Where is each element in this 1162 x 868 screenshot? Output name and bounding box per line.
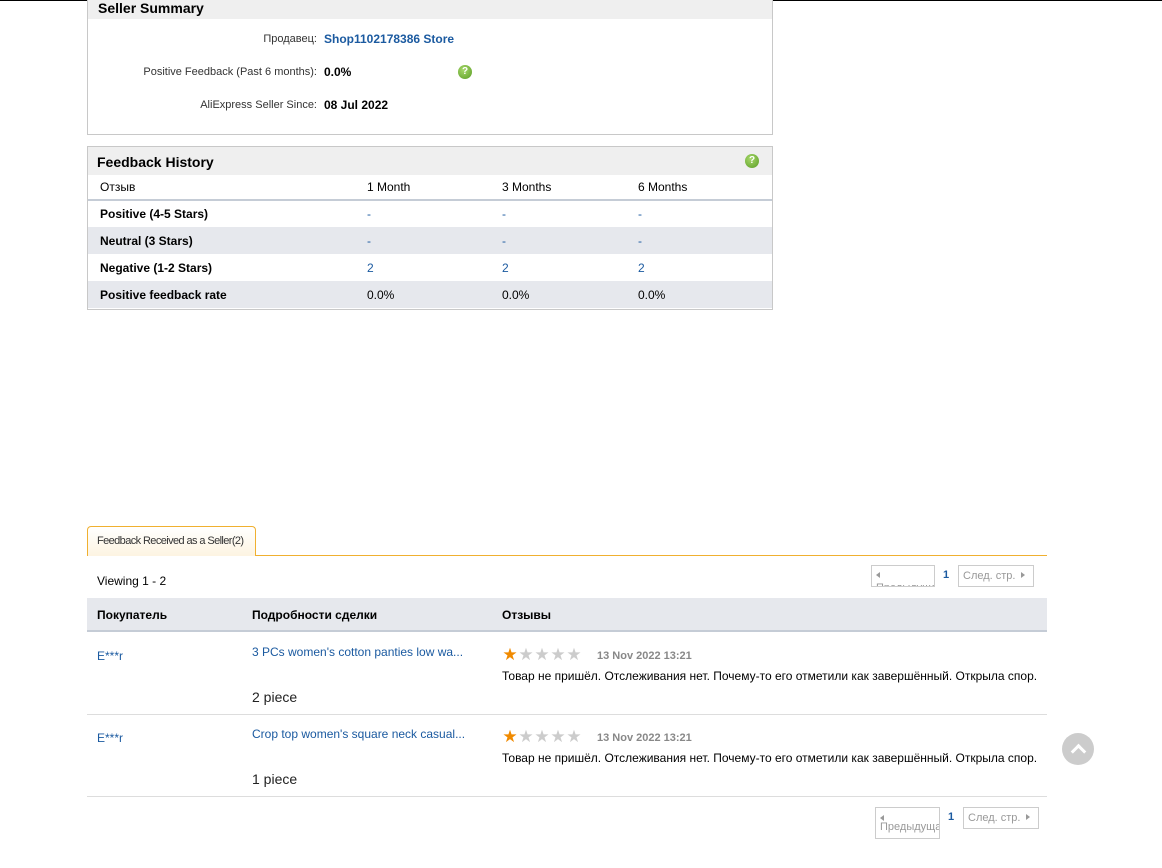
pager-bottom: Предыдущая 1 След. стр. [875, 807, 1039, 839]
seller-since-value: 08 Jul 2022 [324, 98, 389, 112]
star-icon: ★ [566, 645, 582, 664]
cell-value[interactable]: - [355, 200, 490, 227]
column-header: 6 Months [626, 175, 772, 201]
star-icon: ★ [534, 727, 550, 746]
cell-value[interactable]: - [490, 200, 626, 227]
column-header-details: Подробности сделки [252, 608, 378, 622]
review-date: 13 Nov 2022 13:21 [597, 732, 692, 744]
star-icon: ★ [502, 645, 518, 664]
chevron-right-icon [1021, 572, 1026, 578]
buyer-link[interactable]: E***r [97, 649, 123, 663]
tab-feedback-received-as-seller[interactable]: Feedback Received as a Seller(2) [87, 526, 256, 556]
table-row: Neutral (3 Stars) - - - [88, 227, 772, 254]
feedback-history-title: Feedback History [97, 154, 214, 170]
cell-value[interactable]: 2 [490, 254, 626, 281]
table-row: Negative (1-2 Stars) 2 2 2 [88, 254, 772, 281]
cell-value[interactable]: - [626, 200, 772, 227]
cell-value: 0.0% [626, 281, 772, 308]
quantity: 2 piece [252, 689, 298, 705]
star-icon: ★ [502, 727, 518, 746]
next-page-button[interactable]: След. стр. [958, 565, 1034, 587]
positive-feedback-label: Positive Feedback (Past 6 months): [143, 66, 317, 78]
row-label: Negative (1-2 Stars) [100, 260, 213, 275]
star-icon: ★ [550, 645, 566, 664]
review-text: Товар не пришёл. Отслеживания нет. Почем… [502, 751, 1038, 765]
seller-summary-title: Seller Summary [98, 0, 204, 16]
column-header-reviews: Отзывы [502, 608, 552, 622]
feedback-table-header: Покупатель Подробности сделки Отзывы [87, 598, 1047, 632]
product-link[interactable]: 3 PCs women's cotton panties low wa... [252, 645, 463, 659]
feedback-history-table: Отзыв 1 Month 3 Months 6 Months Positive… [88, 175, 772, 308]
column-header-buyer: Покупатель [97, 608, 168, 622]
help-icon[interactable]: ? [745, 154, 759, 168]
seller-summary-header: Seller Summary [88, 0, 772, 19]
buyer-link[interactable]: E***r [97, 731, 123, 745]
star-icon: ★ [534, 645, 550, 664]
pager-top: Предыдущая 1 След. стр. [871, 565, 1034, 587]
positive-feedback-row: Positive Feedback (Past 6 months): 0.0% … [88, 64, 772, 80]
star-rating: ★★★★★ [502, 645, 582, 664]
review-text: Товар не пришёл. Отслеживания нет. Почем… [502, 669, 1038, 683]
feedback-history-header: Feedback History ? [88, 147, 772, 175]
cell-value: 0.0% [355, 281, 490, 308]
review-date: 13 Nov 2022 13:21 [597, 650, 692, 662]
product-link[interactable]: Crop top women's square neck casual... [252, 727, 465, 741]
seller-row: Продавец: Shop1102178386 Store [88, 31, 772, 47]
next-page-button[interactable]: След. стр. [963, 807, 1039, 829]
current-page: 1 [943, 569, 950, 581]
feedback-history-header-row: Отзыв 1 Month 3 Months 6 Months [88, 175, 772, 201]
cell-value[interactable]: - [355, 227, 490, 254]
current-page: 1 [948, 811, 955, 823]
quantity: 1 piece [252, 771, 298, 787]
table-row: Positive (4-5 Stars) - - - [88, 200, 772, 227]
cell-value[interactable]: 2 [355, 254, 490, 281]
row-label: Positive (4-5 Stars) [100, 207, 209, 221]
feedback-history-panel: Feedback History ? Отзыв 1 Month 3 Month… [87, 146, 773, 310]
star-icon: ★ [550, 727, 566, 746]
table-row: E***r Crop top women's square neck casua… [87, 715, 1047, 797]
prev-page-button[interactable]: Предыдущая [875, 807, 940, 839]
cell-value[interactable]: 2 [626, 254, 772, 281]
cell-value: 0.0% [490, 281, 626, 308]
column-header: Отзыв [88, 175, 355, 201]
seller-since-label: AliExpress Seller Since: [200, 99, 317, 111]
viewing-range: Viewing 1 - 2 [97, 574, 167, 588]
seller-summary-panel: Seller Summary Продавец: Shop1102178386 … [87, 0, 773, 135]
row-label: Neutral (3 Stars) [88, 227, 355, 254]
cell-value[interactable]: - [626, 227, 772, 254]
chevron-right-icon [1026, 814, 1031, 820]
chevron-left-icon [876, 572, 880, 578]
star-icon: ★ [566, 727, 582, 746]
seller-store-link[interactable]: Shop1102178386 Store [324, 31, 454, 47]
prev-page-button[interactable]: Предыдущая [871, 565, 935, 587]
scroll-to-top-button[interactable] [1062, 733, 1094, 765]
seller-label: Продавец: [263, 33, 317, 45]
star-rating: ★★★★★ [502, 727, 582, 746]
table-row: Positive feedback rate 0.0% 0.0% 0.0% [88, 281, 772, 308]
positive-feedback-value: 0.0% [324, 65, 352, 79]
table-row: E***r 3 PCs women's cotton panties low w… [87, 633, 1047, 715]
column-header: 3 Months [490, 175, 626, 201]
help-icon[interactable]: ? [458, 65, 472, 79]
cell-value[interactable]: - [490, 227, 626, 254]
row-label: Positive feedback rate [88, 281, 355, 308]
column-header: 1 Month [355, 175, 490, 201]
star-icon: ★ [518, 727, 534, 746]
seller-since-row: AliExpress Seller Since: 08 Jul 2022 [88, 97, 772, 113]
star-icon: ★ [518, 645, 534, 664]
